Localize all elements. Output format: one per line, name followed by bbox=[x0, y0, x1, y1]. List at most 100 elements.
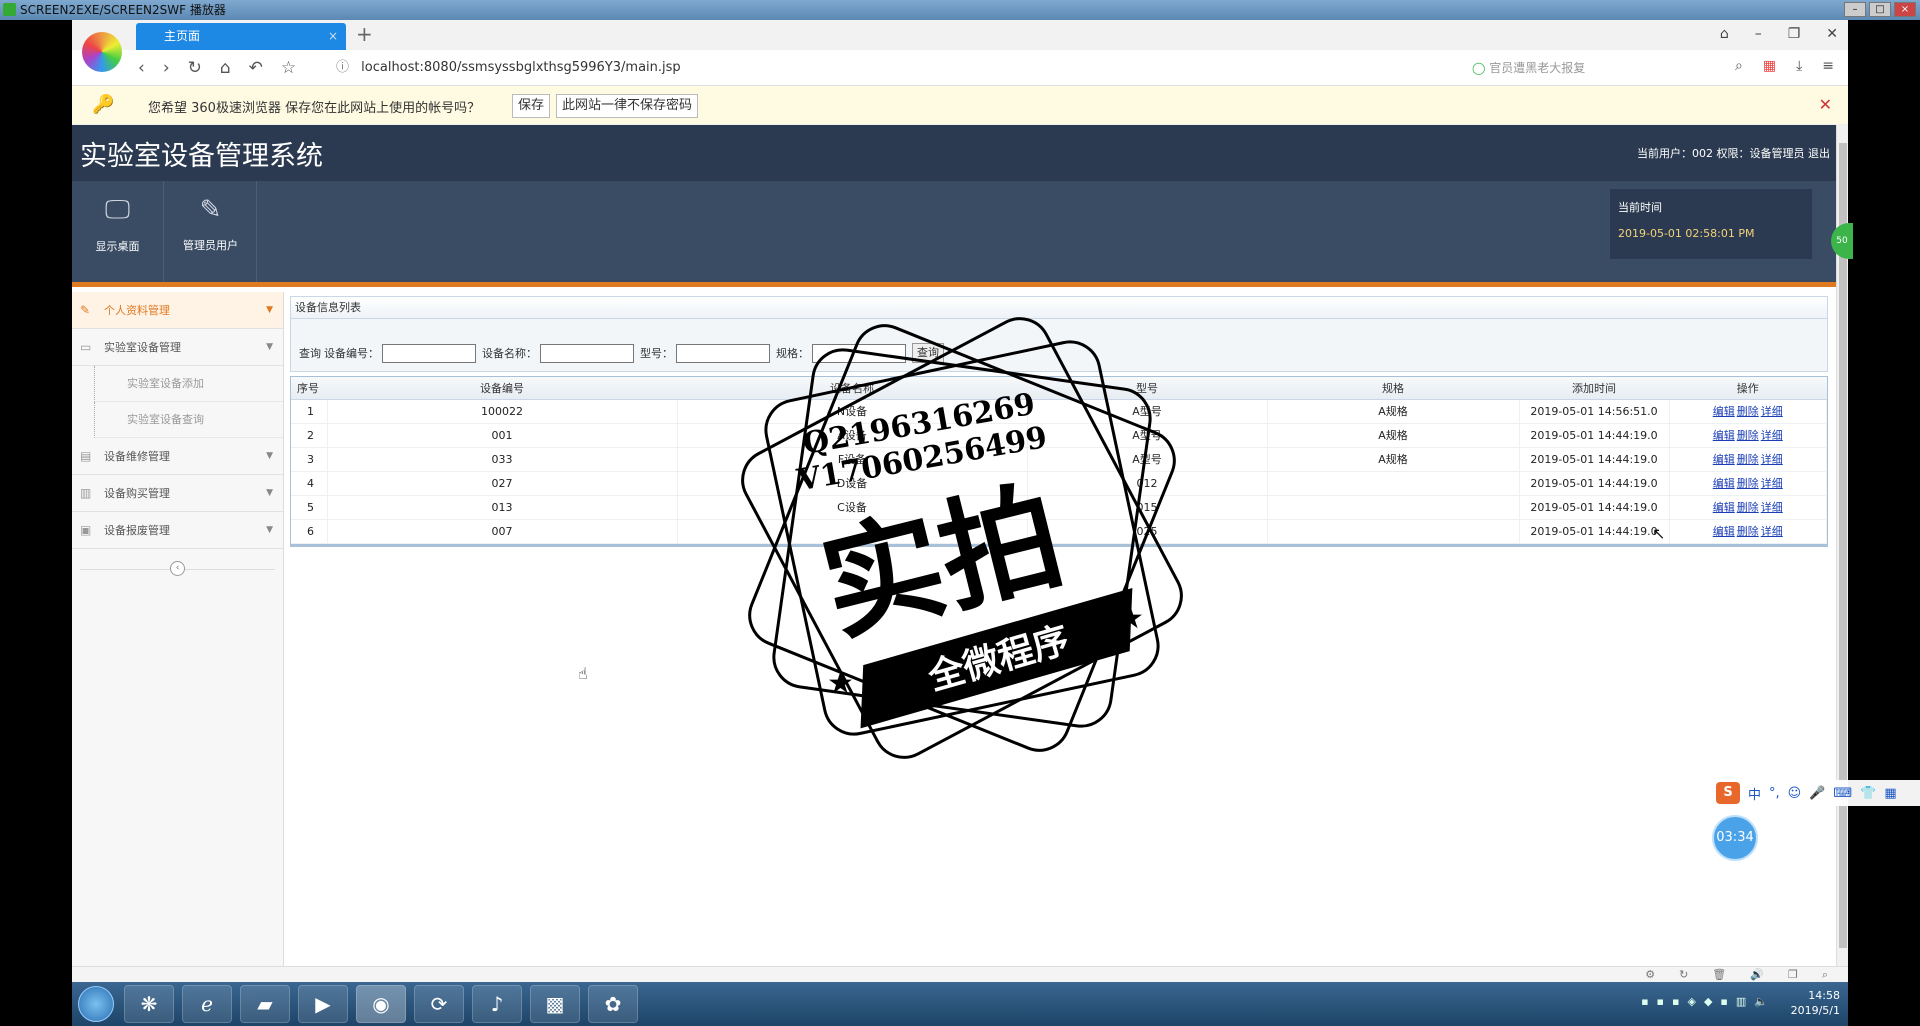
tab-close-icon[interactable]: × bbox=[328, 23, 338, 50]
tray-icon[interactable]: ▪ bbox=[1641, 995, 1648, 1008]
menu-icon[interactable]: ≡ bbox=[1822, 58, 1834, 74]
device-code-input[interactable] bbox=[382, 343, 476, 363]
browser-logo[interactable] bbox=[82, 32, 122, 72]
tab-bar: 主页面 × + ⌂ – ❐ ✕ bbox=[72, 20, 1848, 50]
edit-link[interactable]: 编辑 bbox=[1713, 525, 1735, 538]
delete-link[interactable]: 删除 bbox=[1737, 429, 1759, 442]
delete-link[interactable]: 删除 bbox=[1737, 525, 1759, 538]
url-field[interactable]: ⓘ localhost:8080/ssmsyssbglxthsg5996Y3/m… bbox=[336, 57, 1236, 79]
restore-icon[interactable]: ❐ bbox=[1788, 26, 1801, 42]
ime-mode-label[interactable]: 中 bbox=[1748, 784, 1761, 803]
cell-time: 2019-05-01 14:44:19.0 bbox=[1519, 495, 1670, 520]
sidebar-subitem-query[interactable]: 实验室设备查询 bbox=[94, 402, 283, 438]
chip-app-icon[interactable]: ▩ bbox=[530, 985, 580, 1023]
sidebar-item-lab-devices[interactable]: ▭ 实验室设备管理 ▼ bbox=[72, 329, 283, 366]
browser-tab[interactable]: 主页面 × bbox=[136, 23, 346, 50]
close-bar-icon[interactable]: ✕ bbox=[1819, 95, 1832, 114]
edit-link[interactable]: 编辑 bbox=[1713, 453, 1735, 466]
col-code: 设备编号 bbox=[327, 377, 677, 400]
edit-link[interactable]: 编辑 bbox=[1713, 405, 1735, 418]
new-tab-icon[interactable]: + bbox=[356, 22, 373, 46]
zoom-icon[interactable]: ⌕ bbox=[1822, 968, 1828, 982]
home-icon[interactable]: ⌂ bbox=[220, 58, 231, 78]
folder-icon[interactable]: ▰ bbox=[240, 985, 290, 1023]
apps-icon[interactable]: ▦ bbox=[1763, 58, 1776, 74]
close-button[interactable]: × bbox=[1894, 2, 1916, 17]
minimize-button[interactable]: – bbox=[1844, 2, 1866, 17]
reload-icon[interactable]: ↻ bbox=[188, 58, 202, 78]
music-icon[interactable]: ♪ bbox=[472, 985, 522, 1023]
ie-icon[interactable]: ℯ bbox=[182, 985, 232, 1023]
search-icon[interactable]: ⌕ bbox=[1735, 58, 1743, 74]
keyboard-icon[interactable]: ⌨ bbox=[1833, 786, 1852, 801]
shirt-icon[interactable]: 👕 bbox=[1860, 786, 1876, 801]
punct-icon[interactable]: °, bbox=[1769, 786, 1780, 801]
edit-link[interactable]: 编辑 bbox=[1713, 477, 1735, 490]
sidebar-item-scrap[interactable]: ▣ 设备报废管理 ▼ bbox=[72, 512, 283, 549]
download-icon[interactable]: ⤓ bbox=[1796, 58, 1802, 74]
trash-icon[interactable]: 🗑 bbox=[1712, 968, 1726, 982]
search-box[interactable]: ◯ 官员遭黑老大报复 bbox=[1472, 59, 1585, 76]
maximize-button[interactable]: □ bbox=[1869, 2, 1891, 17]
back-icon[interactable]: ‹ bbox=[138, 58, 145, 78]
delete-link[interactable]: 删除 bbox=[1737, 453, 1759, 466]
sidebar-item-purchase[interactable]: ▥ 设备购买管理 ▼ bbox=[72, 475, 283, 512]
shield-icon[interactable]: ◈ bbox=[1687, 995, 1695, 1008]
speed-icon[interactable]: ⚙ bbox=[1645, 968, 1655, 982]
taskbar-app-icon[interactable]: ❋ bbox=[124, 985, 174, 1023]
sidebar-subitem-add[interactable]: 实验室设备添加 bbox=[94, 366, 283, 402]
tray-icon[interactable]: ▪ bbox=[1657, 995, 1664, 1008]
clock[interactable]: 14:58 2019/5/1 bbox=[1791, 982, 1840, 1026]
sidebar-item-profile[interactable]: ✎ 个人资料管理 ▼ bbox=[72, 292, 283, 329]
refresh-icon[interactable]: ↻ bbox=[1679, 968, 1688, 982]
delete-link[interactable]: 删除 bbox=[1737, 501, 1759, 514]
green-app-icon[interactable]: ✿ bbox=[588, 985, 638, 1023]
forward-icon[interactable]: › bbox=[163, 58, 170, 78]
edit-link[interactable]: 编辑 bbox=[1713, 429, 1735, 442]
skin-icon[interactable]: ⌂ bbox=[1720, 26, 1729, 42]
never-save-button[interactable]: 此网站一律不保存密码 bbox=[556, 94, 699, 118]
recorder-timer[interactable]: 03:34 bbox=[1712, 815, 1758, 861]
tray-icon[interactable]: ◆ bbox=[1704, 995, 1712, 1008]
sound-icon[interactable]: 🔊 bbox=[1750, 968, 1764, 982]
cell-actions: 编辑 删除 详细 bbox=[1669, 471, 1827, 496]
admin-user-button[interactable]: ✎ 管理员用户 bbox=[165, 181, 257, 282]
scrollbar-thumb[interactable] bbox=[1839, 143, 1847, 948]
save-password-button[interactable]: 保存 bbox=[512, 94, 551, 118]
media-player-icon[interactable]: ▶ bbox=[298, 985, 348, 1023]
user-info[interactable]: 当前用户：002 权限：设备管理员 退出 bbox=[1637, 145, 1830, 161]
edit-link[interactable]: 编辑 bbox=[1713, 501, 1735, 514]
detail-link[interactable]: 详细 bbox=[1761, 477, 1783, 490]
ime-toolbar[interactable]: S 中 °, ☺ 🎤 ⌨ 👕 ▦ bbox=[1712, 780, 1920, 806]
detail-link[interactable]: 详细 bbox=[1761, 405, 1783, 418]
favorite-icon[interactable]: ☆ bbox=[281, 58, 296, 78]
emoji-icon[interactable]: ☺ bbox=[1788, 786, 1802, 801]
cell-time: 2019-05-01 14:44:19.0 bbox=[1519, 519, 1670, 544]
tray-icon[interactable]: ▪ bbox=[1720, 995, 1727, 1008]
cell-seq: 2 bbox=[291, 423, 328, 448]
start-button[interactable] bbox=[78, 986, 114, 1022]
minimize-icon[interactable]: – bbox=[1755, 26, 1762, 42]
close-icon[interactable]: ✕ bbox=[1826, 26, 1838, 42]
network-icon[interactable]: ▥ bbox=[1736, 995, 1746, 1008]
app-refresh-icon[interactable]: ⟳ bbox=[414, 985, 464, 1023]
sidebar-item-repair[interactable]: ▤ 设备维修管理 ▼ bbox=[72, 438, 283, 475]
volume-icon[interactable]: 🔈 bbox=[1754, 995, 1768, 1008]
delete-link[interactable]: 删除 bbox=[1737, 405, 1759, 418]
collapse-icon[interactable]: ‹ bbox=[170, 561, 185, 576]
window-icon[interactable]: ❐ bbox=[1788, 968, 1798, 982]
grid-icon[interactable]: ▦ bbox=[1884, 786, 1896, 801]
show-desktop-button[interactable]: 🖵 显示桌面 bbox=[72, 181, 164, 282]
delete-link[interactable]: 删除 bbox=[1737, 477, 1759, 490]
browser-360-icon[interactable]: ◉ bbox=[356, 985, 406, 1023]
detail-link[interactable]: 详细 bbox=[1761, 453, 1783, 466]
detail-link[interactable]: 详细 bbox=[1761, 525, 1783, 538]
cart-icon: ▥ bbox=[80, 486, 92, 500]
mic-icon[interactable]: 🎤 bbox=[1809, 786, 1825, 801]
tray-icon[interactable]: ▪ bbox=[1672, 995, 1679, 1008]
detail-link[interactable]: 详细 bbox=[1761, 501, 1783, 514]
undo-icon[interactable]: ↶ bbox=[249, 58, 263, 78]
device-name-input[interactable] bbox=[540, 343, 634, 363]
detail-link[interactable]: 详细 bbox=[1761, 429, 1783, 442]
cell-actions: 编辑 删除 详细 bbox=[1669, 447, 1827, 472]
